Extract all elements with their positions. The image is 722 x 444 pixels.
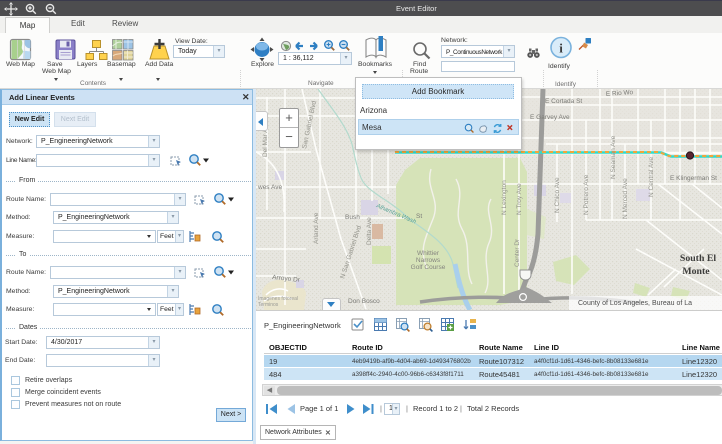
- svg-text:St: St: [416, 213, 422, 220]
- svg-text:Bush: Bush: [345, 214, 360, 221]
- svg-text:Center Dr: Center Dr: [514, 238, 521, 267]
- svg-text:wes Ave: wes Ave: [257, 184, 282, 191]
- svg-text:County of Los Angeles, Bureau: County of Los Angeles, Bureau of La: [578, 300, 692, 307]
- svg-text:Don Bosco: Don Bosco: [348, 298, 380, 305]
- svg-text:i: i: [559, 41, 563, 56]
- svg-text:South El: South El: [680, 253, 716, 264]
- svg-text:N Chico Ave: N Chico Ave: [554, 177, 561, 213]
- svg-text:N Central Ave: N Central Ave: [648, 157, 655, 197]
- svg-text:E Klingerman St: E Klingerman St: [670, 175, 717, 182]
- svg-text:Golf Course: Golf Course: [411, 264, 446, 271]
- svg-text:Monte: Monte: [682, 266, 710, 277]
- svg-text:Narrows: Narrows: [416, 257, 441, 264]
- svg-text:Whittier: Whittier: [417, 250, 440, 257]
- svg-text:N Potrero Ave: N Potrero Ave: [583, 174, 590, 215]
- svg-text:E Cortada St: E Cortada St: [545, 98, 582, 105]
- svg-text:Arland Ave: Arland Ave: [313, 212, 320, 244]
- svg-text:N Troy Ave: N Troy Ave: [516, 183, 523, 215]
- svg-text:N Merced Ave: N Merced Ave: [622, 178, 629, 219]
- svg-text:E Garvey Ave: E Garvey Ave: [530, 114, 570, 121]
- svg-text:N Lexington: N Lexington: [501, 180, 508, 215]
- svg-text:Delta Ave: Delta Ave: [366, 217, 373, 245]
- svg-text:N Seaman Ave: N Seaman Ave: [610, 135, 617, 179]
- svg-text:Terminos: Terminos: [258, 302, 279, 308]
